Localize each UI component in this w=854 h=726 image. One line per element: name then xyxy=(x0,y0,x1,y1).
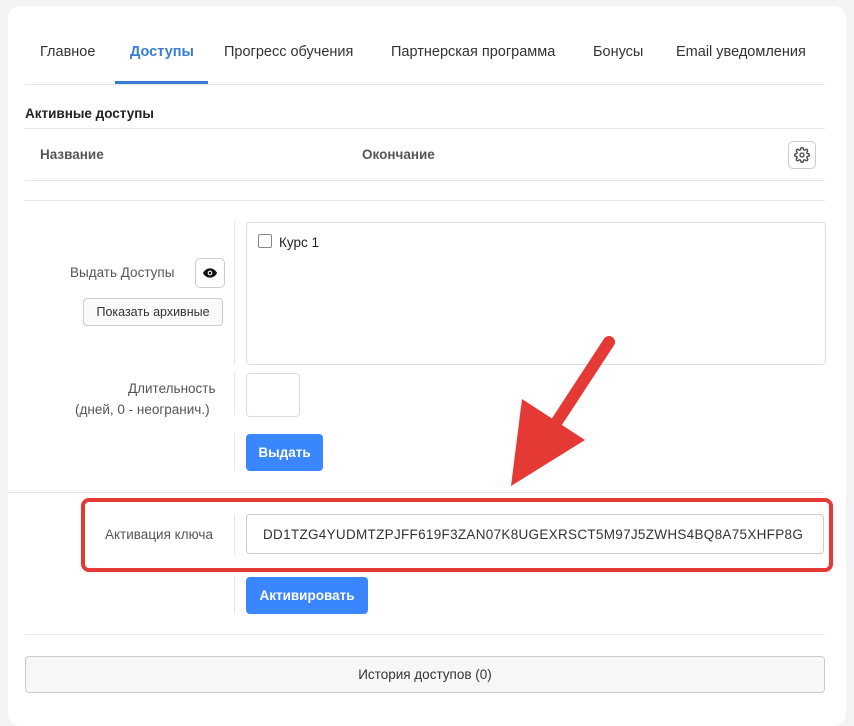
section-title: Активные доступы xyxy=(25,106,154,121)
table-settings-button[interactable] xyxy=(788,141,816,169)
duration-hint: (дней, 0 - неогранич.) xyxy=(75,402,210,417)
duration-input[interactable] xyxy=(246,373,300,417)
tab-progress[interactable]: Прогресс обучения xyxy=(224,44,353,60)
course-label: Курс 1 xyxy=(279,235,319,250)
access-history-button[interactable]: История доступов (0) xyxy=(25,656,825,693)
tab-email[interactable]: Email уведомления xyxy=(676,44,806,60)
divider xyxy=(234,222,235,364)
divider xyxy=(234,576,235,614)
gear-icon xyxy=(794,147,810,163)
access-table-header: Название Окончание xyxy=(25,128,825,181)
show-archived-button[interactable]: Показать архивные xyxy=(83,298,223,326)
highlight-frame xyxy=(81,498,833,572)
eye-icon xyxy=(203,268,217,278)
tab-partner[interactable]: Партнерская программа xyxy=(391,44,555,60)
tab-bar: Главное Доступы Прогресс обучения Партне… xyxy=(25,6,825,85)
tab-bonuses[interactable]: Бонусы xyxy=(593,44,643,60)
divider xyxy=(8,492,825,493)
tab-active-indicator xyxy=(115,81,208,84)
grant-access-label: Выдать Доступы xyxy=(70,265,175,280)
tab-access[interactable]: Доступы xyxy=(130,44,194,60)
divider xyxy=(234,433,235,471)
toggle-visibility-button[interactable] xyxy=(195,258,225,288)
divider xyxy=(25,634,825,635)
column-header-name: Название xyxy=(40,147,104,162)
duration-label: Длительность xyxy=(128,381,216,396)
tab-main[interactable]: Главное xyxy=(40,44,95,60)
divider xyxy=(25,200,825,201)
divider xyxy=(234,373,235,415)
column-header-end: Окончание xyxy=(362,147,435,162)
activate-button[interactable]: Активировать xyxy=(246,577,368,614)
grant-button[interactable]: Выдать xyxy=(246,434,323,471)
user-card: Главное Доступы Прогресс обучения Партне… xyxy=(8,6,846,726)
red-arrow-icon xyxy=(511,336,615,486)
course-checkbox[interactable] xyxy=(258,234,272,248)
